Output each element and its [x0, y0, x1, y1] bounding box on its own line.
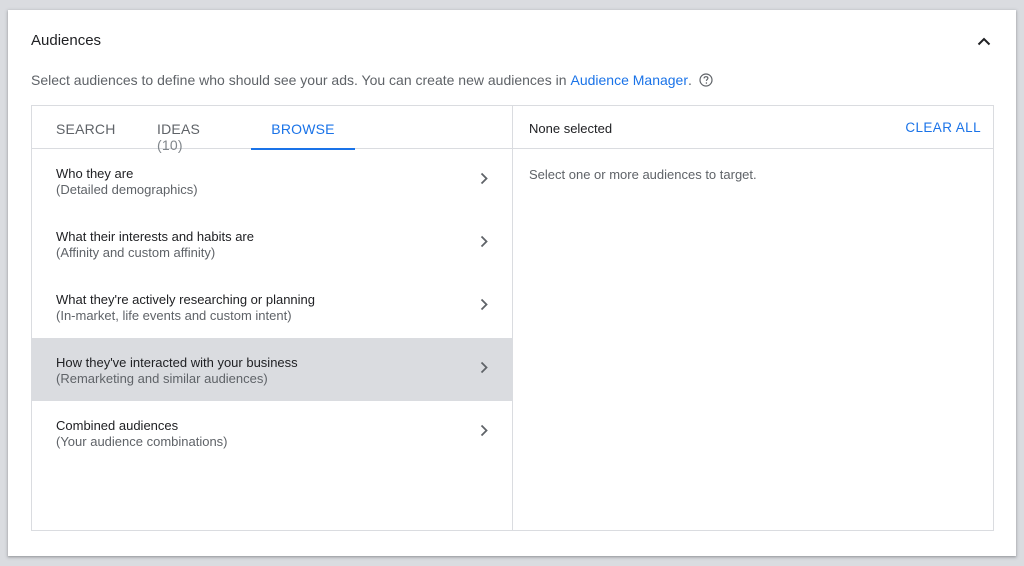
clear-all-button[interactable]: CLEAR ALL	[905, 120, 981, 135]
browse-item-interests-habits[interactable]: What their interests and habits are (Aff…	[32, 212, 512, 275]
item-title: Who they are	[56, 166, 134, 181]
browse-item-who-they-are[interactable]: Who they are (Detailed demographics)	[32, 149, 512, 212]
tab-ideas[interactable]: IDEAS (10)	[157, 106, 227, 153]
description-text: Select audiences to define who should se…	[31, 72, 567, 88]
description-end: .	[688, 72, 692, 88]
item-title: What their interests and habits are	[56, 229, 254, 244]
audiences-card: Audiences Select audiences to define who…	[8, 10, 1016, 556]
browse-item-interacted-business[interactable]: How they've interacted with your busines…	[32, 338, 512, 401]
tab-search-label: SEARCH	[56, 121, 116, 137]
item-subtitle: (In-market, life events and custom inten…	[56, 308, 292, 323]
browse-pane: SEARCH IDEAS (10) BROWSE Who they are (D…	[32, 106, 513, 530]
selection-pane: None selected CLEAR ALL Select one or mo…	[513, 106, 993, 530]
tab-bar: SEARCH IDEAS (10) BROWSE	[32, 106, 512, 153]
tab-browse-label: BROWSE	[271, 121, 335, 137]
selection-header: None selected CLEAR ALL	[513, 106, 993, 149]
chevron-right-icon	[478, 358, 490, 376]
audience-picker: SEARCH IDEAS (10) BROWSE Who they are (D…	[31, 105, 994, 531]
browse-item-researching-planning[interactable]: What they're actively researching or pla…	[32, 275, 512, 338]
item-subtitle: (Detailed demographics)	[56, 182, 198, 197]
chevron-right-icon	[478, 169, 490, 187]
chevron-right-icon	[478, 232, 490, 250]
item-title: What they're actively researching or pla…	[56, 292, 316, 307]
chevron-right-icon	[478, 421, 490, 439]
item-subtitle: (Your audience combinations)	[56, 434, 228, 449]
browse-item-combined-audiences[interactable]: Combined audiences (Your audience combin…	[32, 401, 512, 464]
browse-list: Who they are (Detailed demographics) Wha…	[32, 149, 512, 464]
audience-manager-link[interactable]: Audience Manager	[570, 72, 688, 88]
tab-search[interactable]: SEARCH	[56, 106, 115, 149]
tab-browse[interactable]: BROWSE	[251, 106, 355, 150]
help-circle-icon[interactable]	[699, 73, 713, 87]
tab-ideas-label: IDEAS	[157, 121, 201, 137]
item-title: Combined audiences	[56, 418, 179, 433]
item-subtitle: (Remarketing and similar audiences)	[56, 371, 268, 386]
item-title: How they've interacted with your busines…	[56, 355, 298, 370]
selection-hint: Select one or more audiences to target.	[529, 167, 757, 182]
selection-status: None selected	[529, 121, 613, 136]
item-subtitle: (Affinity and custom affinity)	[56, 245, 216, 260]
section-description: Select audiences to define who should se…	[31, 72, 713, 88]
section-title: Audiences	[31, 32, 102, 49]
chevron-up-icon	[977, 33, 991, 51]
chevron-right-icon	[478, 295, 490, 313]
collapse-button[interactable]	[974, 32, 994, 52]
